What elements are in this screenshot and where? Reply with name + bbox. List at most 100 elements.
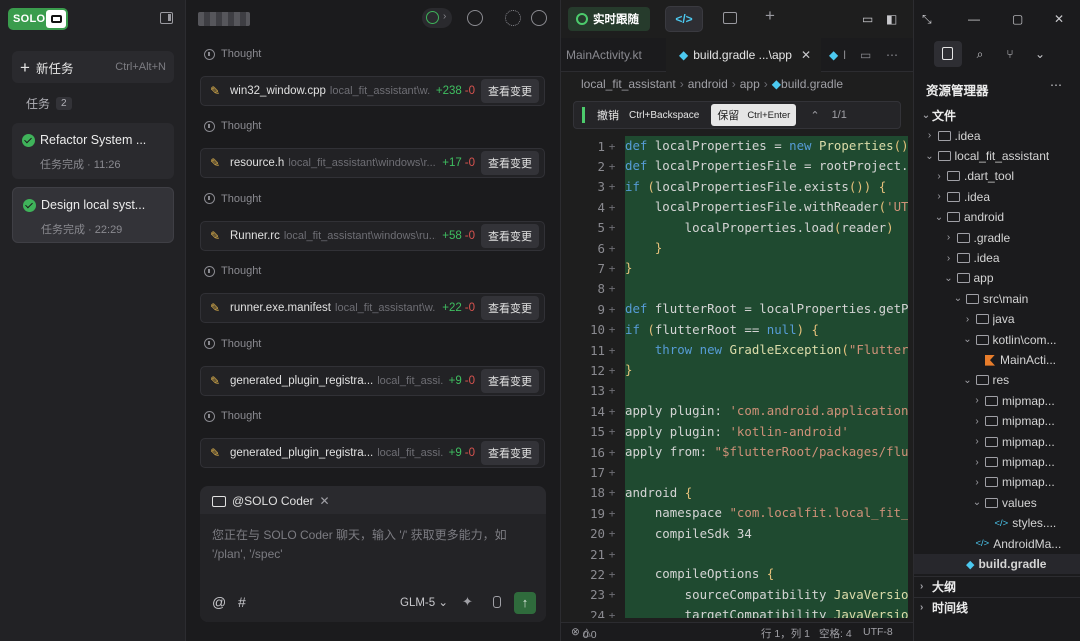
- task-item[interactable]: Design local syst... 任务完成 · 22:29: [12, 187, 174, 243]
- file-change-card[interactable]: ✎ runner.exe.manifest local_fit_assistant\…: [200, 293, 545, 324]
- code-line[interactable]: 17 +: [561, 462, 914, 483]
- tree-item[interactable]: ⌄ kotlin\com...: [914, 330, 1080, 350]
- code-line[interactable]: 1 + def localProperties = new Properties(): [561, 136, 914, 157]
- tab-build-gradle[interactable]: ◆ build.gradle ...\app ✕: [666, 38, 821, 72]
- files-section-header[interactable]: ⌄ 文件: [914, 105, 1080, 125]
- tree-item[interactable]: MainActi...: [914, 350, 1080, 370]
- breadcrumb-item[interactable]: local_fit_assistant: [581, 77, 676, 91]
- more-icon[interactable]: ⋯: [886, 38, 906, 72]
- account-icon[interactable]: [531, 10, 547, 26]
- keep-button[interactable]: 保留 Ctrl+Enter: [711, 104, 797, 126]
- code-line[interactable]: 16 + apply from: "$flutterRoot/packages/fl…: [561, 442, 914, 463]
- layout-icon[interactable]: ▭: [862, 12, 873, 26]
- encoding[interactable]: UTF-8: [863, 626, 893, 638]
- code-line[interactable]: 12 +}: [561, 360, 914, 381]
- breadcrumb-item[interactable]: android: [688, 77, 728, 91]
- file-change-card[interactable]: ✎ generated_plugin_registra... local_fit_a…: [200, 365, 545, 396]
- tree-item[interactable]: › mipmap...: [914, 411, 1080, 431]
- task-item[interactable]: Refactor System ... 任务完成 · 11:26: [12, 123, 174, 179]
- view-changes-button[interactable]: 查看变更: [481, 79, 539, 103]
- thought-label[interactable]: Thought: [204, 338, 261, 350]
- tree-item[interactable]: ⌄ app: [914, 268, 1080, 288]
- add-panel-icon[interactable]: +: [765, 6, 775, 26]
- indent-setting[interactable]: 空格: 4: [819, 626, 852, 641]
- thought-label[interactable]: Thought: [204, 410, 261, 422]
- chevron-down-icon[interactable]: ⌄: [1026, 41, 1054, 67]
- model-selector[interactable]: GLM-5 ⌄: [400, 595, 448, 609]
- code-line[interactable]: 7 +}: [561, 258, 914, 279]
- breadcrumb-item[interactable]: app: [740, 77, 760, 91]
- composer-agent[interactable]: @SOLO Coder ✕: [212, 494, 330, 508]
- tree-item[interactable]: ⌄ res: [914, 370, 1080, 390]
- microphone-icon[interactable]: [488, 594, 504, 612]
- code-area[interactable]: 1 + def localProperties = new Properties()…: [561, 136, 914, 618]
- file-change-card[interactable]: ✎ generated_plugin_registra... local_fit_a…: [200, 438, 545, 468]
- code-line[interactable]: 5 + localProperties.load(reader): [561, 217, 914, 238]
- tree-item[interactable]: </> AndroidMa...: [914, 534, 1080, 554]
- code-line[interactable]: 6 + }: [561, 238, 914, 259]
- panel-right-icon[interactable]: ◧: [886, 12, 897, 26]
- code-line[interactable]: 14 + apply plugin: 'com.android.applicatio…: [561, 401, 914, 422]
- cursor-position[interactable]: 行 1，列 1: [761, 626, 810, 641]
- undo-button[interactable]: 撤销: [597, 107, 619, 123]
- tree-item[interactable]: › mipmap...: [914, 452, 1080, 472]
- thought-label[interactable]: Thought: [204, 120, 261, 132]
- new-task-button[interactable]: + 新任务 Ctrl+Alt+N: [12, 51, 174, 83]
- chat-input[interactable]: 您正在与 SOLO Coder 聊天，输入 '/' 获取更多能力，如 '/pla…: [200, 514, 546, 622]
- tree-item[interactable]: </> styles....: [914, 513, 1080, 533]
- outline-section-header[interactable]: › 大纲: [914, 576, 1080, 596]
- sidebar-toggle-icon[interactable]: [160, 12, 173, 24]
- tree-item[interactable]: › mipmap...: [914, 432, 1080, 452]
- source-control-icon[interactable]: ⑂: [996, 41, 1024, 67]
- close-window-icon[interactable]: ✕: [1054, 12, 1064, 26]
- code-line[interactable]: 15 + apply plugin: 'kotlin-android': [561, 421, 914, 442]
- code-line[interactable]: 23 + sourceCompatibility JavaVersion: [561, 584, 914, 606]
- tree-item[interactable]: › mipmap...: [914, 391, 1080, 411]
- terminal-icon[interactable]: [723, 12, 737, 24]
- minimize-icon[interactable]: —: [968, 12, 980, 26]
- split-editor-icon[interactable]: ▭: [860, 38, 880, 72]
- code-line[interactable]: 11 + throw new GradleException("Flutter: [561, 340, 914, 361]
- code-line[interactable]: 10 + if (flutterRoot == null) {: [561, 319, 914, 340]
- view-changes-button[interactable]: 查看变更: [481, 368, 539, 393]
- tree-item[interactable]: › .idea: [914, 187, 1080, 207]
- view-changes-button[interactable]: 查看变更: [481, 223, 539, 248]
- code-line[interactable]: 13 +: [561, 380, 914, 402]
- tree-item[interactable]: › .dart_tool: [914, 166, 1080, 186]
- settings-icon[interactable]: [505, 10, 521, 26]
- collapse-icon[interactable]: ⤡: [922, 12, 932, 27]
- breadcrumb-item[interactable]: build.gradle: [781, 77, 843, 91]
- code-line[interactable]: 24 + targetCompatibility JavaVersion: [561, 605, 914, 618]
- realtime-follow-button[interactable]: 实时跟随: [568, 7, 650, 31]
- tab-mainactivity[interactable]: MainActivity.kt: [566, 38, 666, 72]
- tree-item[interactable]: › .idea: [914, 126, 1080, 146]
- mention-icon[interactable]: @: [212, 594, 226, 610]
- view-changes-button[interactable]: 查看变更: [481, 151, 539, 176]
- search-icon[interactable]: ⌕: [966, 41, 994, 67]
- tree-item[interactable]: ⌄ android: [914, 207, 1080, 227]
- tree-item[interactable]: ⌄ values: [914, 493, 1080, 513]
- tab-overflow[interactable]: ◆ l: [829, 38, 853, 72]
- code-line[interactable]: 21 +: [561, 544, 914, 565]
- tree-item[interactable]: ⌄ src\main: [914, 289, 1080, 309]
- code-line[interactable]: 3 + if (localPropertiesFile.exists()) {: [561, 176, 914, 198]
- code-view-button[interactable]: </>: [665, 6, 703, 32]
- close-icon[interactable]: ✕: [801, 48, 811, 62]
- tree-item[interactable]: › java: [914, 309, 1080, 329]
- code-line[interactable]: 2 + def localPropertiesFile = rootProject.…: [561, 156, 914, 177]
- more-icon[interactable]: ⋯: [1050, 78, 1062, 92]
- file-change-card[interactable]: ✎ win32_window.cpp local_fit_assistant\w..…: [200, 76, 545, 106]
- history-icon[interactable]: [467, 10, 483, 26]
- tree-item[interactable]: › .gradle: [914, 228, 1080, 248]
- prev-change-icon[interactable]: ⌃: [810, 109, 819, 122]
- download-status-button[interactable]: ›: [422, 8, 452, 28]
- code-line[interactable]: 8 +: [561, 278, 914, 300]
- thought-label[interactable]: Thought: [204, 48, 261, 60]
- file-change-card[interactable]: ✎ Runner.rc local_fit_assistant\windows\ru…: [200, 220, 545, 251]
- view-changes-button[interactable]: 查看变更: [481, 441, 539, 465]
- maximize-icon[interactable]: ▢: [1012, 12, 1023, 26]
- tree-item[interactable]: › .idea: [914, 248, 1080, 268]
- sparkle-icon[interactable]: ✦: [462, 594, 473, 610]
- error-count[interactable]: ⊗ 0 △ 0: [571, 626, 597, 641]
- tree-item[interactable]: › mipmap...: [914, 472, 1080, 492]
